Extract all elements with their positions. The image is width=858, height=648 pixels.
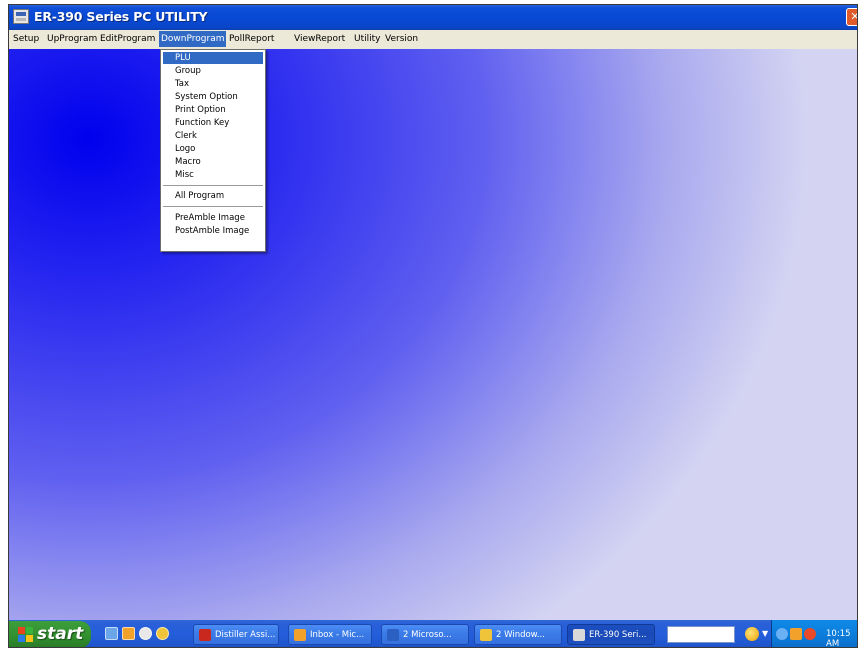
title-bar[interactable]: ER-390 Series PC UTILITY ✕ xyxy=(9,5,857,30)
application-window: ER-390 Series PC UTILITY ✕ Setup UpProgr… xyxy=(8,4,858,648)
menu-item-all-program[interactable]: All Program xyxy=(163,190,263,202)
menu-item-preamble-image[interactable]: PreAmble Image xyxy=(163,212,263,224)
menu-bar: Setup UpProgram EditProgram DownProgram … xyxy=(9,30,857,49)
app-icon xyxy=(573,629,585,641)
network-icon[interactable] xyxy=(776,628,788,640)
start-button[interactable]: start xyxy=(9,621,91,647)
taskbar-button-label: ER-390 Seri... xyxy=(589,630,647,640)
outlook-tray-icon[interactable] xyxy=(790,628,802,640)
app-icon[interactable] xyxy=(13,9,29,24)
menu-item-clerk[interactable]: Clerk xyxy=(163,130,263,142)
taskbar-button-windows[interactable]: 2 Window... xyxy=(474,624,562,645)
menu-item-system-option[interactable]: System Option xyxy=(163,91,263,103)
menu-item-print-option[interactable]: Print Option xyxy=(163,104,263,116)
menu-item-misc[interactable]: Misc xyxy=(163,169,263,181)
outlook-quicklaunch-icon[interactable] xyxy=(122,627,135,640)
messenger-icon[interactable] xyxy=(156,627,169,640)
close-button[interactable]: ✕ xyxy=(846,8,857,26)
word-icon xyxy=(387,629,399,641)
taskbar: start Distiller Assi... Inbox - Mic... 2… xyxy=(9,620,857,648)
downprogram-dropdown: PLU Group Tax System Option Print Option… xyxy=(160,49,266,252)
antivirus-icon[interactable] xyxy=(804,628,816,640)
menu-downprogram[interactable]: DownProgram xyxy=(159,31,227,47)
menu-utility[interactable]: Utility xyxy=(354,34,380,44)
menu-separator xyxy=(163,185,263,187)
taskbar-button-distiller[interactable]: Distiller Assi... xyxy=(193,624,279,645)
taskbar-button-er390[interactable]: ER-390 Seri... xyxy=(567,624,655,645)
menu-item-logo[interactable]: Logo xyxy=(163,143,263,155)
show-desktop-icon[interactable] xyxy=(105,627,118,640)
taskbar-button-label: 2 Microso... xyxy=(403,630,452,640)
adobe-distiller-icon xyxy=(199,629,211,641)
taskbar-button-label: Distiller Assi... xyxy=(215,630,276,640)
menu-editprogram[interactable]: EditProgram xyxy=(100,34,155,44)
menu-item-postamble-image[interactable]: PostAmble Image xyxy=(163,225,263,237)
menu-item-group[interactable]: Group xyxy=(163,65,263,77)
windows-logo-icon xyxy=(18,627,33,642)
menu-item-function-key[interactable]: Function Key xyxy=(163,117,263,129)
chevron-down-icon[interactable]: ▼ xyxy=(762,629,768,638)
taskbar-button-label: Inbox - Mic... xyxy=(310,630,365,640)
start-label: start xyxy=(37,624,84,644)
menu-item-macro[interactable]: Macro xyxy=(163,156,263,168)
menu-version[interactable]: Version xyxy=(385,34,418,44)
system-tray: 10:15 AM xyxy=(771,620,857,648)
cd-icon[interactable] xyxy=(139,627,152,640)
window-title: ER-390 Series PC UTILITY xyxy=(34,9,208,24)
client-area xyxy=(9,49,857,620)
menu-setup[interactable]: Setup xyxy=(13,34,39,44)
taskbar-button-label: 2 Window... xyxy=(496,630,545,640)
folder-icon xyxy=(480,629,492,641)
taskbar-button-inbox[interactable]: Inbox - Mic... xyxy=(288,624,372,645)
clock: 10:15 AM xyxy=(826,629,851,648)
menu-upprogram[interactable]: UpProgram xyxy=(47,34,97,44)
outlook-icon xyxy=(294,629,306,641)
globe-icon[interactable] xyxy=(745,627,759,641)
menu-item-tax[interactable]: Tax xyxy=(163,78,263,90)
taskbar-button-word[interactable]: 2 Microso... xyxy=(381,624,469,645)
menu-viewreport[interactable]: ViewReport xyxy=(294,34,345,44)
menu-pollreport[interactable]: PollReport xyxy=(229,34,274,44)
menu-item-plu[interactable]: PLU xyxy=(163,52,263,64)
menu-separator xyxy=(163,206,263,208)
address-input[interactable] xyxy=(667,626,735,643)
